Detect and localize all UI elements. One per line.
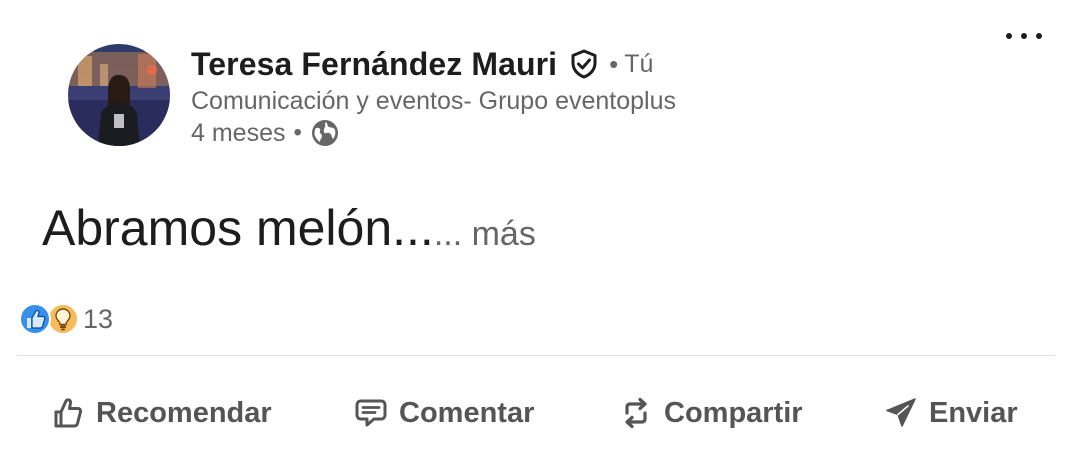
- separator-dot: •: [609, 48, 619, 79]
- divider: [17, 355, 1055, 356]
- post-text: Abramos melón...: [42, 200, 434, 256]
- reaction-icons: [19, 302, 79, 336]
- reactions-summary[interactable]: 13: [19, 302, 113, 336]
- send-button[interactable]: Enviar: [884, 384, 1018, 442]
- you-label: Tú: [624, 49, 654, 78]
- social-actions-bar: Recomendar Comentar Compartir Enviar: [0, 384, 1080, 442]
- separator-dot: •: [293, 119, 302, 146]
- repost-icon: [619, 396, 653, 430]
- like-icon: [19, 303, 51, 335]
- comment-label: Comentar: [399, 396, 535, 429]
- share-label: Compartir: [664, 396, 803, 429]
- like-button[interactable]: Recomendar: [51, 384, 272, 442]
- comment-icon: [354, 396, 388, 430]
- post-body: Abramos melón...... más: [42, 199, 536, 257]
- see-more-link[interactable]: ... más: [434, 215, 536, 253]
- send-icon: [884, 396, 918, 430]
- feed-post: Teresa Fernández Mauri • Tú Comunicación…: [0, 0, 1080, 462]
- more-options-button[interactable]: [1006, 22, 1042, 50]
- more-dot: [1006, 33, 1012, 39]
- more-dot: [1021, 33, 1027, 39]
- globe-icon: [310, 118, 340, 148]
- author-block: Teresa Fernández Mauri • Tú Comunicación…: [191, 44, 676, 149]
- thumbs-up-icon: [51, 396, 85, 430]
- reaction-count: 13: [83, 303, 114, 334]
- more-dot: [1036, 33, 1042, 39]
- comment-button[interactable]: Comentar: [354, 384, 534, 442]
- author-headline: Comunicación y eventos- Grupo eventoplus: [191, 87, 676, 115]
- avatar[interactable]: [68, 44, 170, 146]
- send-label: Enviar: [929, 396, 1018, 429]
- verified-shield-icon: [569, 49, 599, 79]
- insightful-icon: [47, 303, 79, 335]
- share-button[interactable]: Compartir: [619, 384, 803, 442]
- post-meta: 4 meses •: [191, 117, 676, 149]
- like-label: Recomendar: [96, 396, 272, 429]
- author-name[interactable]: Teresa Fernández Mauri: [191, 46, 557, 83]
- avatar-photo: [68, 44, 170, 146]
- post-time: 4 meses: [191, 119, 286, 147]
